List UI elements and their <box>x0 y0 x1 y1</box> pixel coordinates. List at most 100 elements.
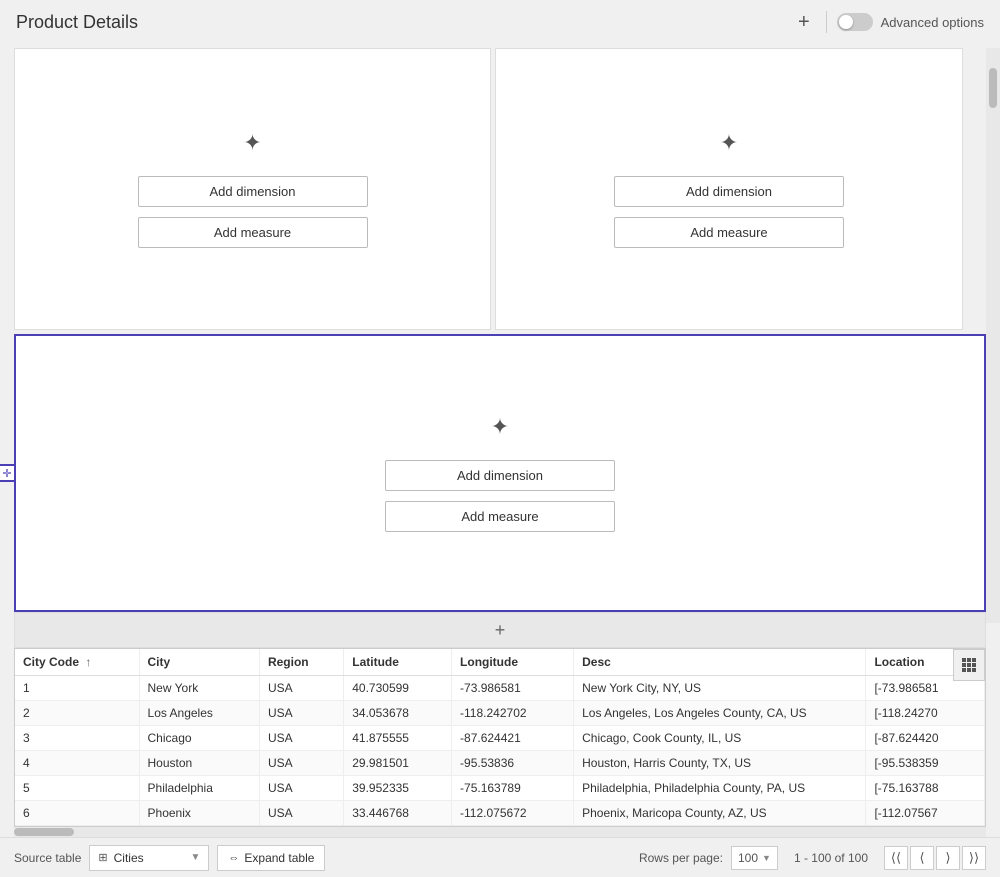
add-dimension-button-1[interactable]: Add dimension <box>138 176 368 207</box>
cell-location: [-118.24270 <box>866 701 985 726</box>
pagination-info: 1 - 100 of 100 <box>794 851 868 865</box>
table-row: 2Los AngelesUSA34.053678-118.242702Los A… <box>15 701 985 726</box>
add-dimension-button-2[interactable]: Add dimension <box>614 176 844 207</box>
cell-city: Philadelphia <box>139 776 259 801</box>
cell-location: [-112.07567 <box>866 801 985 826</box>
h-scrollbar-thumb <box>14 828 74 836</box>
table-row: 4HoustonUSA29.981501-95.53836Houston, Ha… <box>15 751 985 776</box>
cell-city_code: 1 <box>15 676 139 701</box>
cell-desc: Los Angeles, Los Angeles County, CA, US <box>574 701 866 726</box>
expand-table-label: Expand table <box>244 851 314 865</box>
cell-region: USA <box>259 726 343 751</box>
app-header: Product Details + Advanced options <box>0 0 1000 40</box>
header-divider <box>826 11 827 33</box>
cell-longitude: -87.624421 <box>452 726 574 751</box>
cell-city: Los Angeles <box>139 701 259 726</box>
table-selector[interactable]: ⊞ Cities ▼ <box>89 845 209 871</box>
magic-wand-icon-3: ✦ <box>491 414 509 440</box>
advanced-options-toggle[interactable] <box>837 13 873 31</box>
cell-latitude: 33.446768 <box>344 801 452 826</box>
cell-city_code: 2 <box>15 701 139 726</box>
cell-city: Chicago <box>139 726 259 751</box>
expand-table-button[interactable]: ⇔ Expand table <box>217 845 325 871</box>
pagination-buttons: ⟨⟨ ⟨ ⟩ ⟩⟩ <box>884 846 986 870</box>
cell-city: Houston <box>139 751 259 776</box>
table-selector-chevron: ▼ <box>190 852 200 863</box>
sort-icon-city-code: ↑ <box>85 655 91 669</box>
col-header-city-code[interactable]: City Code ↑ <box>15 649 139 676</box>
cell-desc: Houston, Harris County, TX, US <box>574 751 866 776</box>
table-grid-icon-button[interactable] <box>953 649 985 681</box>
cell-region: USA <box>259 701 343 726</box>
cell-city_code: 6 <box>15 801 139 826</box>
table-row: 3ChicagoUSA41.875555-87.624421Chicago, C… <box>15 726 985 751</box>
panel-2: ✦ Add dimension Add measure <box>495 48 963 330</box>
add-dimension-button-3[interactable]: Add dimension <box>385 460 615 491</box>
add-measure-button-2[interactable]: Add measure <box>614 217 844 248</box>
col-header-desc[interactable]: Desc <box>574 649 866 676</box>
bottom-panel-container: ✛ ✦ Add dimension Add measure + <box>14 334 986 612</box>
cell-region: USA <box>259 776 343 801</box>
top-panels-row: ✦ Add dimension Add measure ✦ Add dimens… <box>0 40 1000 330</box>
page-title: Product Details <box>16 12 138 33</box>
cell-location: [-95.538359 <box>866 751 985 776</box>
col-header-latitude[interactable]: Latitude <box>344 649 452 676</box>
pagination-first-button[interactable]: ⟨⟨ <box>884 846 908 870</box>
right-scrollbar[interactable] <box>986 48 1000 623</box>
grid-icon <box>962 658 976 672</box>
cell-longitude: -95.53836 <box>452 751 574 776</box>
cell-latitude: 29.981501 <box>344 751 452 776</box>
col-header-city[interactable]: City <box>139 649 259 676</box>
rows-select-chevron: ▼ <box>762 853 771 863</box>
col-header-longitude[interactable]: Longitude <box>452 649 574 676</box>
table-selector-name: Cities <box>114 851 185 865</box>
rows-per-page-select[interactable]: 100 ▼ <box>731 846 778 870</box>
cell-longitude: -75.163789 <box>452 776 574 801</box>
col-header-region[interactable]: Region <box>259 649 343 676</box>
advanced-options-toggle-container: Advanced options <box>837 13 984 31</box>
cell-city_code: 4 <box>15 751 139 776</box>
cell-latitude: 34.053678 <box>344 701 452 726</box>
cell-desc: New York City, NY, US <box>574 676 866 701</box>
cell-region: USA <box>259 751 343 776</box>
add-row-button[interactable]: + <box>14 612 986 648</box>
pagination-prev-button[interactable]: ⟨ <box>910 846 934 870</box>
table-row: 5PhiladelphiaUSA39.952335-75.163789Phila… <box>15 776 985 801</box>
cell-desc: Philadelphia, Philadelphia County, PA, U… <box>574 776 866 801</box>
rows-per-page-container: Rows per page: 100 ▼ 1 - 100 of 100 ⟨⟨ ⟨… <box>639 846 986 870</box>
cell-city: New York <box>139 676 259 701</box>
cell-desc: Chicago, Cook County, IL, US <box>574 726 866 751</box>
header-controls: + Advanced options <box>792 10 984 34</box>
cell-desc: Phoenix, Maricopa County, AZ, US <box>574 801 866 826</box>
panels-wrapper: ✦ Add dimension Add measure ✦ Add dimens… <box>0 40 1000 648</box>
scrollbar-thumb <box>989 68 997 108</box>
cell-longitude: -118.242702 <box>452 701 574 726</box>
data-table: City Code ↑ City Region Latitude Longitu… <box>15 649 985 826</box>
add-row-plus-icon: + <box>495 620 506 641</box>
source-table-label: Source table <box>14 851 81 865</box>
footer-toolbar: Source table ⊞ Cities ▼ ⇔ Expand table R… <box>0 837 1000 877</box>
magic-wand-icon-1: ✦ <box>243 130 261 156</box>
cell-city_code: 5 <box>15 776 139 801</box>
cell-latitude: 41.875555 <box>344 726 452 751</box>
cell-longitude: -112.075672 <box>452 801 574 826</box>
add-measure-button-3[interactable]: Add measure <box>385 501 615 532</box>
cell-city: Phoenix <box>139 801 259 826</box>
table-row: 6PhoenixUSA33.446768-112.075672Phoenix, … <box>15 801 985 826</box>
add-measure-button-1[interactable]: Add measure <box>138 217 368 248</box>
panel-3: ✦ Add dimension Add measure <box>14 334 986 612</box>
cell-location: [-75.163788 <box>866 776 985 801</box>
add-button[interactable]: + <box>792 10 816 34</box>
rows-per-page-label: Rows per page: <box>639 851 723 865</box>
horizontal-scrollbar[interactable] <box>14 827 986 837</box>
advanced-options-label: Advanced options <box>881 15 984 30</box>
cell-longitude: -73.986581 <box>452 676 574 701</box>
cell-latitude: 40.730599 <box>344 676 452 701</box>
cell-city_code: 3 <box>15 726 139 751</box>
cell-location: [-87.624420 <box>866 726 985 751</box>
cell-region: USA <box>259 676 343 701</box>
cell-region: USA <box>259 801 343 826</box>
pagination-next-button[interactable]: ⟩ <box>936 846 960 870</box>
cell-latitude: 39.952335 <box>344 776 452 801</box>
pagination-last-button[interactable]: ⟩⟩ <box>962 846 986 870</box>
